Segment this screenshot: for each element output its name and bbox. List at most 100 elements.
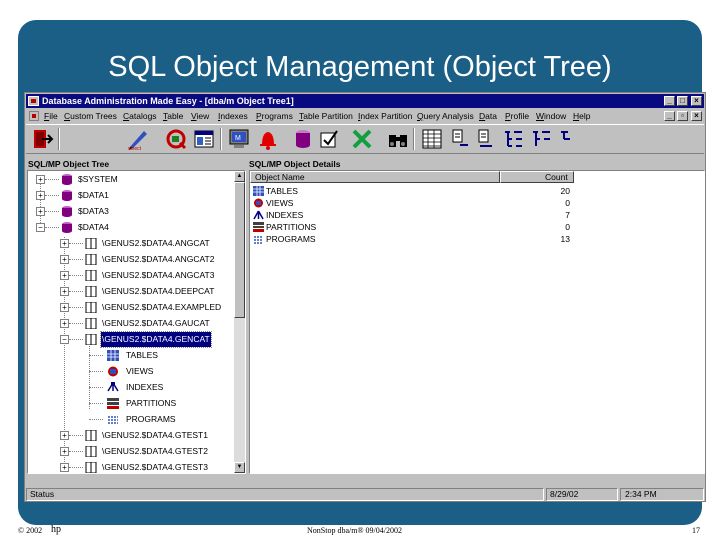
menu-file[interactable]: File [44, 109, 58, 123]
expand-button[interactable]: + [60, 287, 69, 296]
child-minimize-button[interactable]: _ [664, 111, 675, 121]
maximize-button[interactable]: □ [677, 96, 688, 106]
tree-item-programs[interactable]: PROGRAMS [28, 412, 238, 427]
status-text: Status [26, 488, 544, 501]
tree-item-volume[interactable]: − $DATA4 [28, 220, 238, 235]
menu-catalogs[interactable]: Catalogs [123, 109, 157, 123]
partition-icon [107, 398, 119, 409]
menu-custom-trees[interactable]: Custom Trees [64, 109, 117, 123]
list-item[interactable]: PARTITIONS 0 [250, 221, 704, 233]
child-close-button[interactable]: × [691, 111, 702, 121]
slide-title: SQL Object Management (Object Tree) [108, 51, 612, 83]
expand-button[interactable]: + [36, 191, 45, 200]
object-details[interactable]: Object Name Count TABLES 20 VIEWS 0 INDE… [249, 170, 705, 474]
select-icon[interactable]: select [126, 127, 150, 151]
scroll-up-button[interactable]: ▲ [234, 171, 245, 182]
object-name: INDEXES [266, 210, 304, 220]
query-icon[interactable] [164, 127, 188, 151]
program-icon [108, 416, 118, 424]
collapse-button[interactable]: − [36, 223, 45, 232]
tree-item-volume[interactable]: + $DATA1 [28, 188, 238, 203]
column-header-count[interactable]: Count [500, 171, 574, 183]
document-b-icon[interactable] [474, 127, 498, 151]
expand-button[interactable]: + [60, 271, 69, 280]
tree-item-catalog[interactable]: + \GENUS2.$DATA4.GTEST1 [28, 428, 238, 443]
expand-button[interactable]: + [60, 319, 69, 328]
monitor-icon[interactable]: M [227, 127, 251, 151]
tree-item-volume[interactable]: + $SYSTEM [28, 172, 238, 187]
expand-button[interactable]: + [60, 431, 69, 440]
exit-icon[interactable] [30, 127, 54, 151]
view-icon [108, 366, 118, 377]
close-button[interactable]: × [691, 96, 702, 106]
window-titlebar: Database Administration Made Easy - [dba… [26, 94, 704, 108]
tree-item-catalog-selected[interactable]: − \GENUS2.$DATA4.GENCAT [28, 331, 238, 348]
expand-button[interactable]: + [36, 175, 45, 184]
app-window: Database Administration Made Easy - [dba… [24, 92, 706, 502]
tree-b-icon[interactable] [530, 127, 554, 151]
tree-item-indexes[interactable]: INDEXES [28, 380, 238, 395]
tree-c-icon[interactable] [558, 127, 582, 151]
list-item[interactable]: TABLES 20 [250, 185, 704, 197]
child-window-icon[interactable] [29, 111, 39, 121]
check-icon[interactable] [317, 127, 341, 151]
menu-query-analysis[interactable]: Query Analysis [417, 109, 474, 123]
tree-item-catalog[interactable]: + \GENUS2.$DATA4.ANGCAT2 [28, 252, 238, 267]
child-restore-button[interactable]: ▫ [677, 111, 688, 121]
menu-help[interactable]: Help [573, 109, 590, 123]
menu-window[interactable]: Window [536, 109, 566, 123]
list-item[interactable]: PROGRAMS 13 [250, 233, 704, 245]
list-item[interactable]: INDEXES 7 [250, 209, 704, 221]
list-item[interactable]: VIEWS 0 [250, 197, 704, 209]
tree-item-label: \GENUS2.$DATA4.ANGCAT3 [102, 270, 215, 280]
database-icon[interactable] [291, 127, 315, 151]
tree-item-catalog[interactable]: + \GENUS2.$DATA4.GTEST3 [28, 460, 238, 473]
right-pane-label: SQL/MP Object Details [249, 159, 341, 169]
menu-programs[interactable]: Programs [256, 109, 293, 123]
expand-button[interactable]: + [60, 255, 69, 264]
tree-item-partitions[interactable]: PARTITIONS [28, 396, 238, 411]
collapse-button[interactable]: − [60, 335, 69, 344]
minimize-button[interactable]: _ [664, 96, 675, 106]
index-icon [253, 210, 264, 220]
menu-table-partition[interactable]: Table Partition [299, 109, 353, 123]
menu-profile[interactable]: Profile [505, 109, 529, 123]
tree-item-catalog[interactable]: + \GENUS2.$DATA4.ANGCAT3 [28, 268, 238, 283]
delete-icon[interactable] [350, 127, 374, 151]
tree-item-volume[interactable]: + $DATA3 [28, 204, 238, 219]
tree-connector [69, 259, 83, 260]
tree-item-catalog[interactable]: + \GENUS2.$DATA4.GTEST2 [28, 444, 238, 459]
expand-button[interactable]: + [60, 239, 69, 248]
column-header-object-name[interactable]: Object Name [250, 171, 500, 183]
menu-view[interactable]: View [191, 109, 209, 123]
tree-item-catalog[interactable]: + \GENUS2.$DATA4.GAUCAT [28, 316, 238, 331]
expand-button[interactable]: + [60, 303, 69, 312]
tree-scrollbar[interactable]: ▲ ▼ [234, 171, 245, 473]
document-a-icon[interactable] [448, 127, 472, 151]
properties-icon[interactable] [192, 127, 216, 151]
menu-indexes[interactable]: Indexes [218, 109, 248, 123]
alarm-bell-icon[interactable] [256, 127, 280, 151]
tree-item-catalog[interactable]: + \GENUS2.$DATA4.DEEPCAT [28, 284, 238, 299]
tree-item-catalog[interactable]: + \GENUS2.$DATA4.EXAMPLED [28, 300, 238, 315]
menu-index-partition[interactable]: Index Partition [358, 109, 412, 123]
tree-connector [45, 195, 59, 196]
binoculars-icon[interactable] [386, 127, 410, 151]
menu-table[interactable]: Table [163, 109, 183, 123]
object-count: 13 [560, 234, 570, 244]
expand-button[interactable]: + [36, 207, 45, 216]
tree-item-tables[interactable]: TABLES [28, 348, 238, 363]
toolbar: select M [26, 124, 704, 154]
tree-item-catalog[interactable]: + \GENUS2.$DATA4.ANGCAT [28, 236, 238, 251]
scroll-down-button[interactable]: ▼ [234, 462, 245, 473]
tree-item-views[interactable]: VIEWS [28, 364, 238, 379]
expand-button[interactable]: + [60, 463, 69, 472]
tree-connector [89, 355, 103, 356]
grid-icon[interactable] [420, 127, 444, 151]
expand-button[interactable]: + [60, 447, 69, 456]
tree-a-icon[interactable] [502, 127, 526, 151]
tree-item-label: VIEWS [126, 366, 154, 376]
object-tree[interactable]: + $SYSTEM + $DATA1 + $DATA3 − $DATA4 + \… [27, 170, 246, 474]
scroll-thumb[interactable] [234, 182, 245, 318]
menu-data[interactable]: Data [479, 109, 497, 123]
